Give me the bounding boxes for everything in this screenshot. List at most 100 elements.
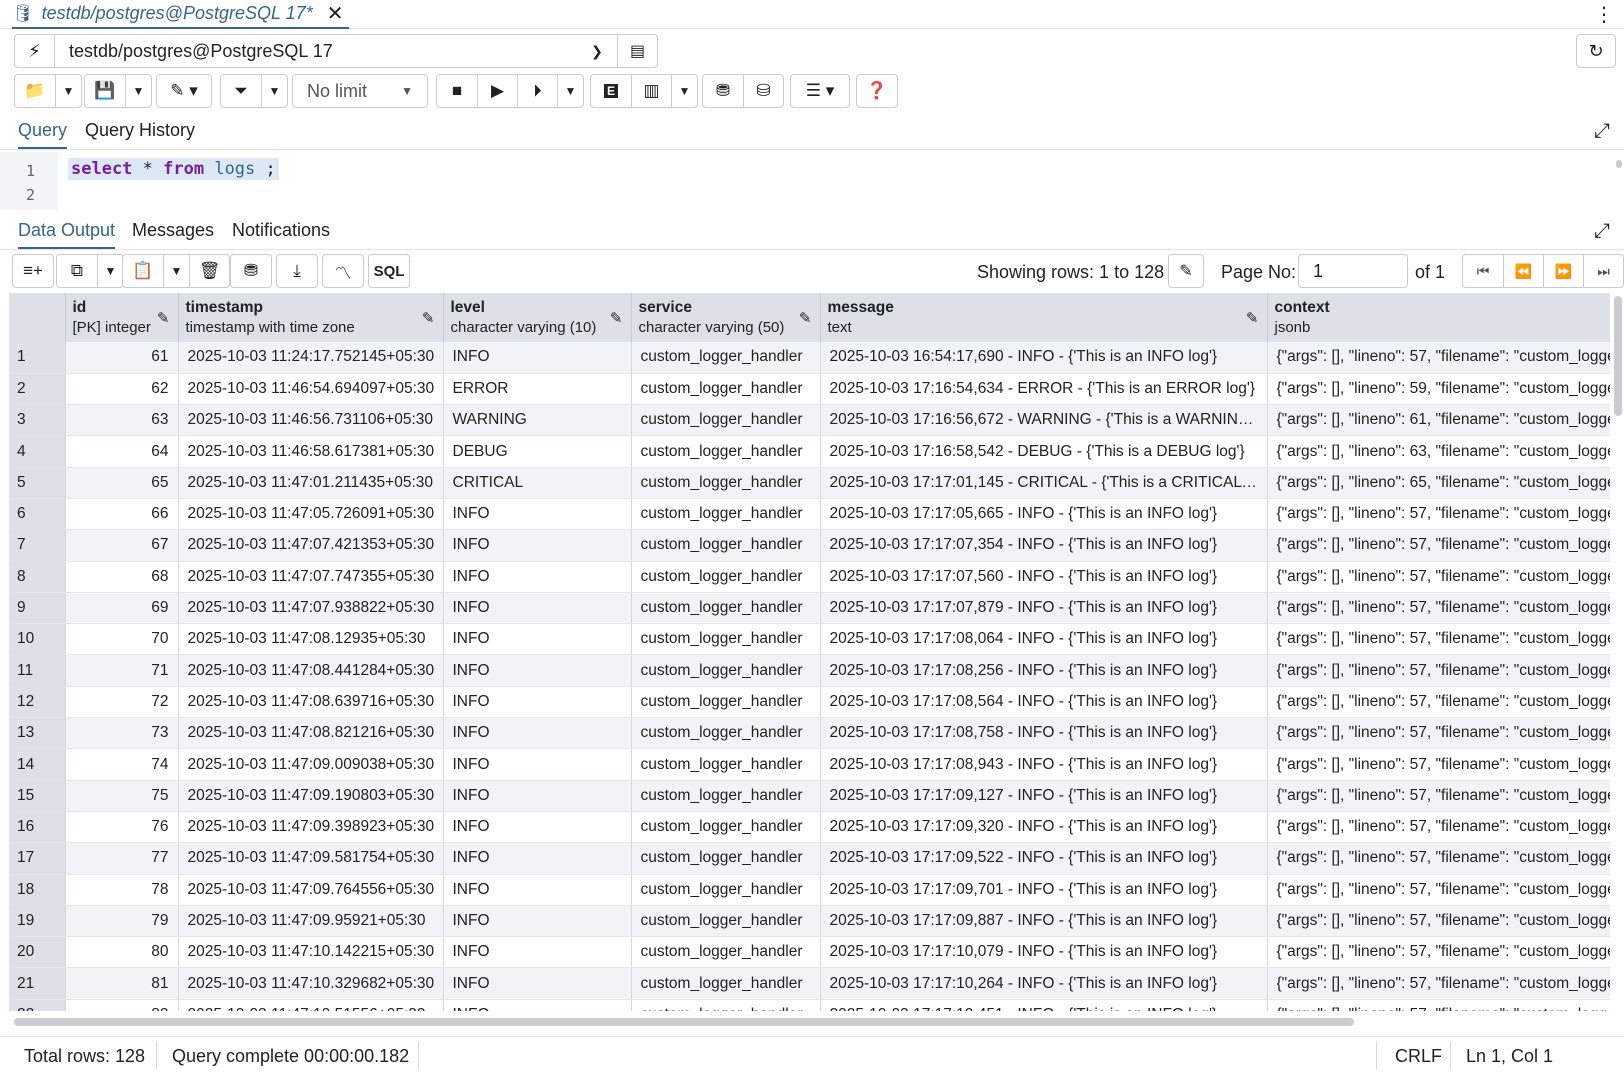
cell-level[interactable]: INFO: [443, 654, 632, 687]
cell-context[interactable]: {"args": [], "lineno": 57, "filename": "…: [1267, 342, 1610, 374]
cell-id[interactable]: 72: [65, 686, 179, 719]
cell-context[interactable]: {"args": [], "lineno": 57, "filename": "…: [1267, 686, 1610, 719]
cell-id[interactable]: 75: [65, 780, 179, 812]
cell-timestamp[interactable]: 2025-10-03 11:47:10.329682+05:30: [178, 967, 444, 1000]
table-row[interactable]: 17 77 2025-10-03 11:47:09.581754+05:30 INFO…: [9, 842, 1610, 875]
cell-service[interactable]: custom_logger_handler: [631, 373, 821, 406]
save-icon[interactable]: 💾: [85, 75, 125, 107]
cell-context[interactable]: {"args": [], "lineno": 57, "filename": "…: [1267, 999, 1610, 1011]
cell-id[interactable]: 79: [65, 905, 179, 938]
open-file-icon[interactable]: 📁: [15, 75, 55, 107]
cell-message[interactable]: 2025-10-03 17:17:09,320 - INFO - {'This …: [820, 811, 1268, 844]
cell-context[interactable]: {"args": [], "lineno": 57, "filename": "…: [1267, 529, 1610, 562]
row-number[interactable]: 16: [9, 811, 66, 844]
cell-context[interactable]: {"args": [], "lineno": 65, "filename": "…: [1267, 467, 1610, 499]
cell-level[interactable]: INFO: [443, 529, 632, 562]
cell-message[interactable]: 2025-10-03 17:16:54,634 - ERROR - {'This…: [820, 373, 1268, 406]
column-header[interactable]: timestamp timestamp with time zone ✎: [178, 293, 444, 342]
cell-level[interactable]: INFO: [443, 623, 632, 656]
row-number[interactable]: 6: [9, 498, 66, 531]
explain-icon[interactable]: E: [591, 75, 631, 107]
cell-timestamp[interactable]: 2025-10-03 11:47:09.95921+05:30: [178, 905, 444, 938]
table-row[interactable]: 3 63 2025-10-03 11:46:56.731106+05:30 WARNI…: [9, 404, 1610, 437]
cell-context[interactable]: {"args": [], "lineno": 57, "filename": "…: [1267, 717, 1610, 750]
row-number[interactable]: 11: [9, 654, 66, 687]
cell-timestamp[interactable]: 2025-10-03 11:47:09.190803+05:30: [178, 780, 444, 812]
table-row[interactable]: 11 71 2025-10-03 11:47:08.441284+05:30 INFO…: [9, 654, 1610, 687]
chevron-down-icon[interactable]: ▼: [55, 75, 81, 107]
first-page-icon[interactable]: ⏮: [1463, 255, 1503, 287]
cell-level[interactable]: INFO: [443, 842, 632, 875]
cell-id[interactable]: 70: [65, 623, 179, 656]
table-row[interactable]: 2 62 2025-10-03 11:46:54.694097+05:30 ERROR…: [9, 373, 1610, 406]
cell-id[interactable]: 77: [65, 842, 179, 875]
copy-icon[interactable]: ⧉: [57, 255, 97, 287]
cell-level[interactable]: INFO: [443, 780, 632, 812]
cell-id[interactable]: 82: [65, 999, 179, 1011]
table-row[interactable]: 20 80 2025-10-03 11:47:10.142215+05:30 INFO…: [9, 936, 1610, 969]
cell-message[interactable]: 2025-10-03 17:17:05,665 - INFO - {'This …: [820, 498, 1268, 531]
row-number[interactable]: 7: [9, 529, 66, 562]
cell-id[interactable]: 78: [65, 874, 179, 906]
cell-id[interactable]: 61: [65, 342, 179, 374]
cell-timestamp[interactable]: 2025-10-03 11:47:10.51556+05:30: [178, 999, 444, 1011]
table-row[interactable]: 10 70 2025-10-03 11:47:08.12935+05:30 INFO c…: [9, 623, 1610, 656]
cell-service[interactable]: custom_logger_handler: [631, 654, 821, 687]
cell-timestamp[interactable]: 2025-10-03 11:47:05.726091+05:30: [178, 498, 444, 531]
table-row[interactable]: 9 69 2025-10-03 11:47:07.938822+05:30 INFO c…: [9, 592, 1610, 625]
cell-level[interactable]: DEBUG: [443, 435, 632, 468]
cell-context[interactable]: {"args": [], "lineno": 61, "filename": "…: [1267, 404, 1610, 437]
horizontal-scrollbar[interactable]: [14, 1018, 1354, 1026]
cell-message[interactable]: 2025-10-03 17:17:08,256 - INFO - {'This …: [820, 654, 1268, 687]
cell-timestamp[interactable]: 2025-10-03 11:47:09.581754+05:30: [178, 842, 444, 875]
help-icon[interactable]: ❓: [857, 75, 897, 107]
cell-message[interactable]: 2025-10-03 17:17:08,758 - INFO - {'This …: [820, 717, 1268, 750]
row-number[interactable]: 5: [9, 467, 66, 499]
cell-id[interactable]: 80: [65, 936, 179, 969]
cell-timestamp[interactable]: 2025-10-03 11:47:08.12935+05:30: [178, 623, 444, 656]
page-number-input[interactable]: 1: [1298, 254, 1408, 288]
tab-data-output[interactable]: Data Output: [18, 220, 116, 249]
cell-timestamp[interactable]: 2025-10-03 11:47:09.009038+05:30: [178, 748, 444, 781]
cell-service[interactable]: custom_logger_handler: [631, 905, 821, 938]
column-header[interactable]: service character varying (50) ✎: [631, 293, 821, 342]
cell-id[interactable]: 73: [65, 717, 179, 750]
close-icon[interactable]: ✕: [327, 1, 344, 26]
table-row[interactable]: 18 78 2025-10-03 11:47:09.764556+05:30 INFO…: [9, 874, 1610, 906]
new-connection-database-icon[interactable]: ▤: [617, 35, 657, 67]
row-number[interactable]: 20: [9, 936, 66, 969]
execute-icon[interactable]: ▶: [477, 75, 517, 107]
cell-message[interactable]: 2025-10-03 17:17:08,564 - INFO - {'This …: [820, 686, 1268, 719]
stop-icon[interactable]: ■: [437, 75, 477, 107]
cell-message[interactable]: 2025-10-03 17:17:10,079 - INFO - {'This …: [820, 936, 1268, 969]
cell-level[interactable]: INFO: [443, 874, 632, 906]
row-number[interactable]: 3: [9, 404, 66, 437]
cell-message[interactable]: 2025-10-03 16:54:17,690 - INFO - {'This …: [820, 342, 1268, 374]
row-number[interactable]: 2: [9, 373, 66, 406]
chevron-down-icon[interactable]: ▼: [163, 255, 189, 287]
cell-level[interactable]: INFO: [443, 717, 632, 750]
table-row[interactable]: 15 75 2025-10-03 11:47:09.190803+05:30 INFO…: [9, 780, 1610, 812]
tab-notifications[interactable]: Notifications: [232, 220, 330, 247]
cell-level[interactable]: INFO: [443, 905, 632, 938]
cell-message[interactable]: 2025-10-03 17:17:08,064 - INFO - {'This …: [820, 623, 1268, 656]
sql-editor[interactable]: 1 2 select * from logs ;: [0, 152, 1624, 210]
commit-icon[interactable]: ⛃: [703, 75, 743, 107]
column-header[interactable]: message text ✎: [820, 293, 1268, 342]
cell-service[interactable]: custom_logger_handler: [631, 404, 821, 437]
row-number[interactable]: 12: [9, 686, 66, 719]
cell-service[interactable]: custom_logger_handler: [631, 936, 821, 969]
table-row[interactable]: 13 73 2025-10-03 11:47:08.821216+05:30 INFO…: [9, 717, 1610, 750]
cell-timestamp[interactable]: 2025-10-03 11:47:07.421353+05:30: [178, 529, 444, 562]
cell-context[interactable]: {"args": [], "lineno": 57, "filename": "…: [1267, 561, 1610, 593]
cell-id[interactable]: 63: [65, 404, 179, 437]
expand-icon[interactable]: ⤢: [1594, 220, 1610, 243]
column-header[interactable]: id [PK] integer ✎: [65, 293, 179, 342]
execute-script-icon[interactable]: ⏵: [517, 75, 557, 107]
add-row-icon[interactable]: ≡+: [13, 255, 53, 287]
cell-id[interactable]: 76: [65, 811, 179, 844]
cell-id[interactable]: 64: [65, 435, 179, 468]
data-grid[interactable]: id [PK] integer ✎ timestamp timestamp with …: [9, 293, 1610, 1011]
cell-timestamp[interactable]: 2025-10-03 11:46:54.694097+05:30: [178, 373, 444, 406]
table-row[interactable]: 12 72 2025-10-03 11:47:08.639716+05:30 INFO…: [9, 686, 1610, 719]
